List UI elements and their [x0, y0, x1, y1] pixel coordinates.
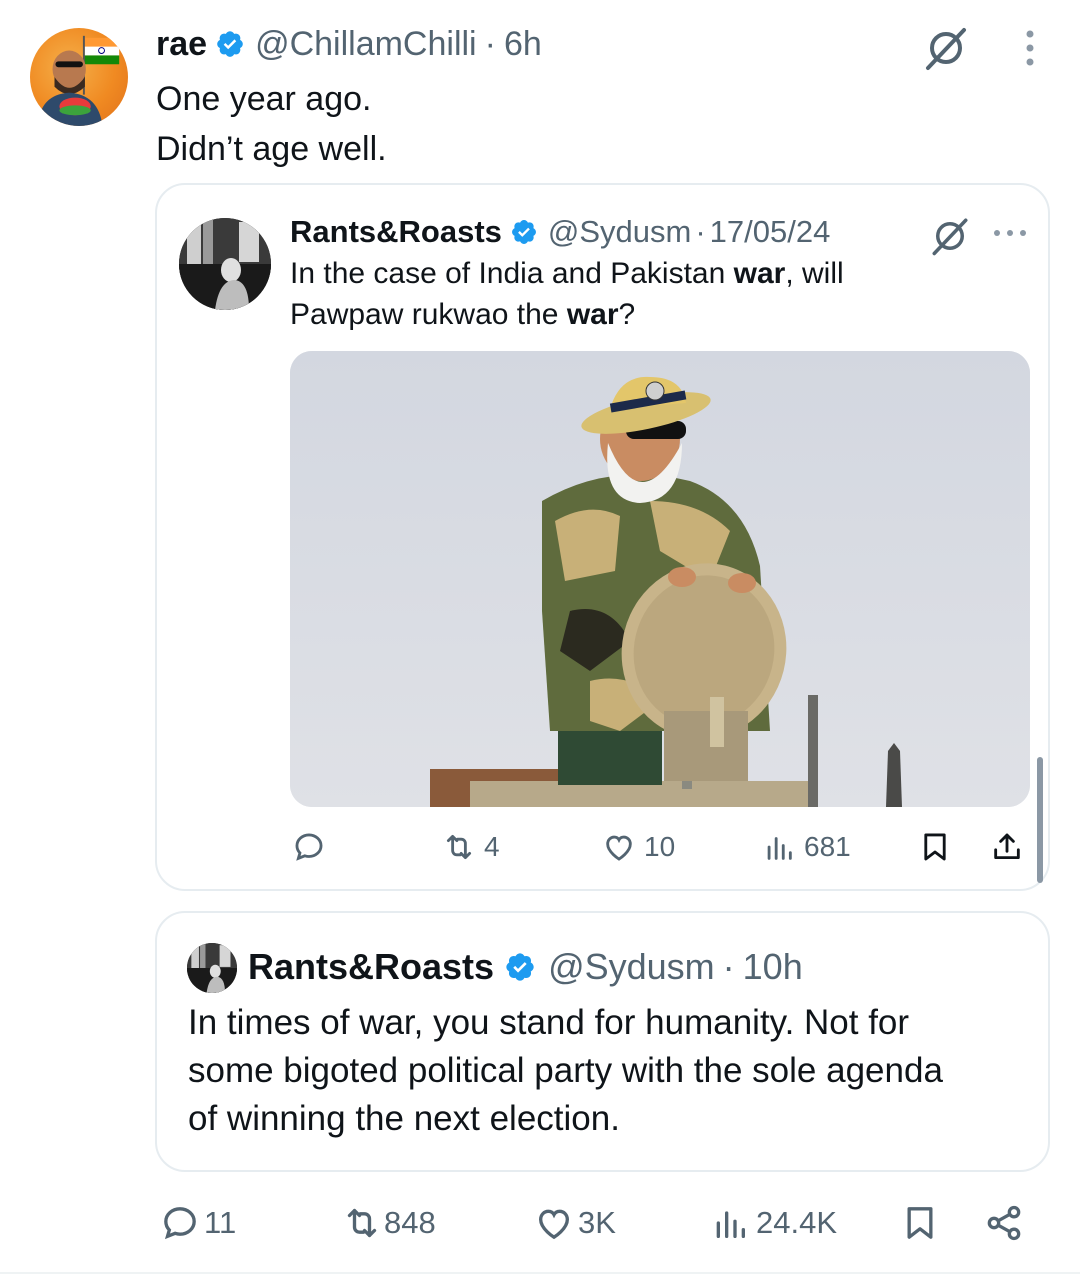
share-icon: [994, 833, 1020, 860]
repost-icon: [446, 834, 472, 860]
heart-icon: [606, 835, 632, 861]
scrollbar-thumb[interactable]: [1037, 757, 1043, 883]
bookmark-icon: [924, 833, 946, 861]
quoted-author-name[interactable]: Rants&Roasts: [290, 214, 502, 250]
reply-icon: [164, 1207, 196, 1240]
text-line: of winning the next election.: [188, 1099, 620, 1138]
author-avatar[interactable]: [30, 28, 128, 126]
like-button[interactable]: 10: [602, 825, 675, 869]
tweet-text: One year ago. Didn’t age well.: [156, 74, 387, 174]
reply-count: 11: [204, 1205, 237, 1240]
reply-button[interactable]: [292, 825, 326, 869]
like-count: 10: [644, 831, 676, 862]
views-icon: [716, 1211, 745, 1238]
quoted-tweet-actions: 4 10 681: [290, 825, 1030, 869]
text-segment: , will: [785, 257, 844, 290]
like-button[interactable]: 3K: [534, 1198, 616, 1248]
heart-icon: [538, 1209, 570, 1240]
verified-badge-icon: [511, 220, 536, 244]
quoted-tweet-text: In the case of India and Pakistan war, w…: [290, 253, 1010, 335]
tweet-photo[interactable]: [290, 351, 1030, 807]
more-icon[interactable]: [1016, 28, 1044, 68]
share-button[interactable]: [990, 825, 1024, 869]
quoted-tweet-date[interactable]: 17/05/24: [710, 214, 831, 250]
tweet-actions: 11 848 3K 24.4K: [160, 1198, 1040, 1248]
separator-dot: ·: [722, 946, 735, 987]
quoted-author-avatar[interactable]: [187, 943, 237, 993]
quoted-author-name[interactable]: Rants&Roasts: [248, 946, 494, 988]
share-button[interactable]: [984, 1198, 1024, 1248]
text-segment: In the case of India and Pakistan: [290, 257, 734, 290]
reply-button[interactable]: 11: [160, 1198, 236, 1248]
text-bold: war: [733, 257, 786, 290]
repost-count: 4: [484, 831, 500, 862]
grok-icon[interactable]: [929, 215, 971, 257]
quoted-tweet-time[interactable]: 10h: [743, 946, 803, 988]
repost-icon: [347, 1208, 377, 1238]
repost-count: 848: [384, 1205, 436, 1240]
text-line: In times of war, you stand for humanity.…: [188, 1003, 910, 1042]
separator-dot: ·: [695, 214, 706, 249]
text-segment: ?: [618, 298, 636, 331]
share-icon: [987, 1205, 1021, 1241]
grok-icon[interactable]: [922, 24, 970, 72]
more-icon[interactable]: [991, 223, 1029, 243]
quoted-tweet-text: In times of war, you stand for humanity.…: [188, 999, 1018, 1143]
reply-icon: [295, 833, 323, 861]
quoted-tweet-card[interactable]: Rants&Roasts @Sydusm · 10h In times of w…: [155, 911, 1050, 1172]
views-count: 681: [804, 831, 851, 862]
verified-badge-icon: [217, 31, 243, 57]
views-count: 24.4K: [756, 1205, 838, 1240]
quoted-author-avatar[interactable]: [179, 218, 271, 310]
tweet-text-line: Didn’t age well.: [156, 130, 387, 168]
quoted-tweet-header: Rants&Roasts @Sydusm · 17/05/24: [290, 213, 830, 251]
bookmark-icon: [907, 1207, 933, 1239]
text-line: some bigoted political party with the so…: [188, 1051, 943, 1090]
verified-badge-icon: [506, 953, 534, 981]
bookmark-button[interactable]: [900, 1198, 940, 1248]
author-handle[interactable]: @ChillamChilli: [255, 25, 477, 64]
quoted-tweet-card[interactable]: Rants&Roasts @Sydusm · 17/05/24 In the c…: [155, 183, 1050, 891]
bookmark-button[interactable]: [918, 825, 952, 869]
views-icon: [767, 837, 792, 860]
text-bold: war: [566, 298, 619, 331]
repost-button[interactable]: 4: [442, 825, 500, 869]
quoted-tweet-header: Rants&Roasts @Sydusm · 10h: [248, 945, 803, 989]
views-button[interactable]: 24.4K: [710, 1198, 837, 1248]
quoted-author-handle[interactable]: @Sydusm: [548, 946, 715, 988]
tweet-text-line: One year ago.: [156, 80, 372, 118]
separator-dot: ·: [484, 24, 496, 63]
tweet-header: rae @ChillamChilli · 6h: [156, 24, 542, 64]
text-segment: Pawpaw rukwao the: [290, 298, 567, 331]
views-button[interactable]: 681: [762, 825, 851, 869]
tweet-time[interactable]: 6h: [504, 25, 542, 64]
author-name[interactable]: rae: [156, 25, 207, 64]
repost-button[interactable]: 848: [342, 1198, 436, 1248]
like-count: 3K: [578, 1205, 616, 1240]
quoted-author-handle[interactable]: @Sydusm: [548, 214, 691, 250]
